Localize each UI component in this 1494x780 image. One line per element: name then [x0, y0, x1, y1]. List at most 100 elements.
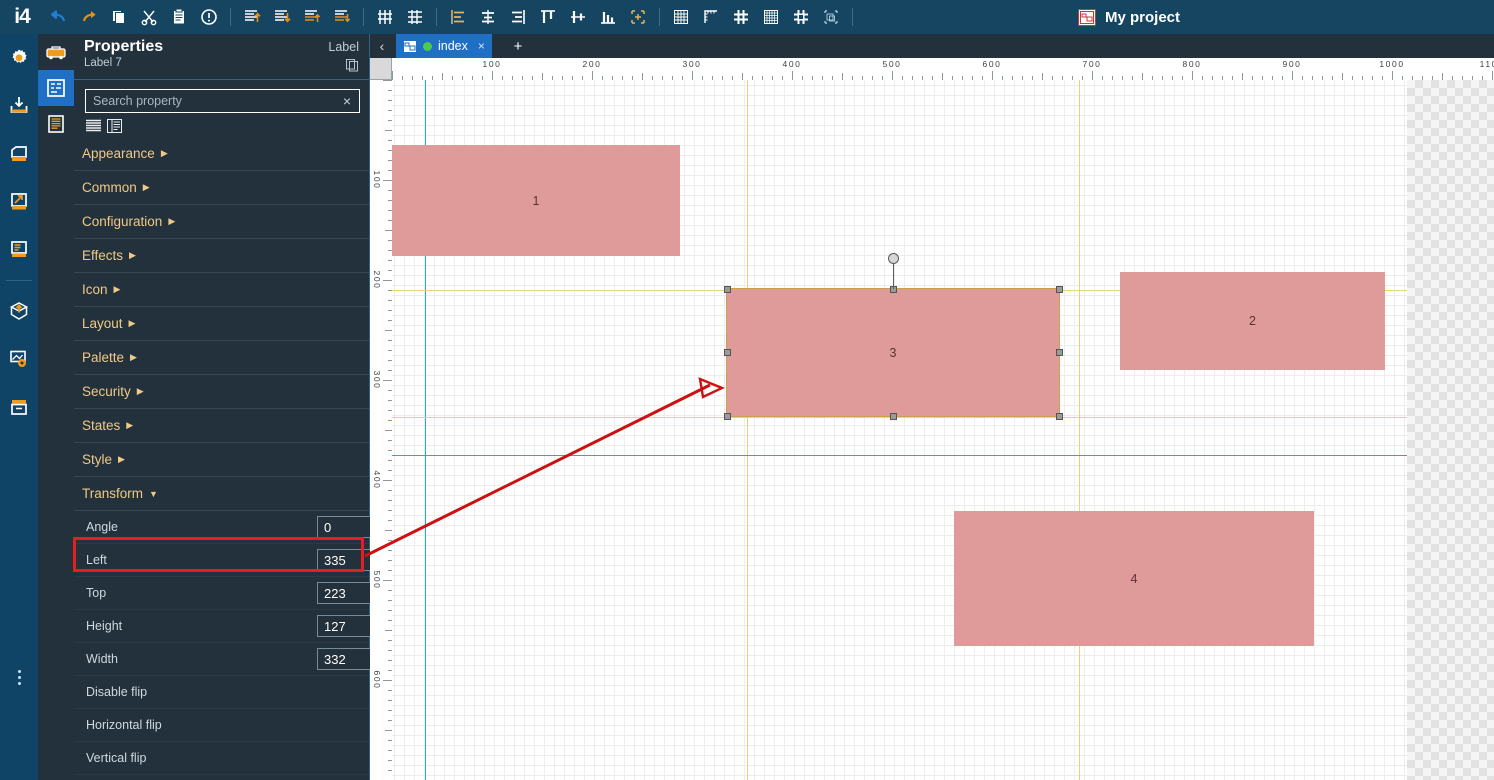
grid-icon[interactable] [668, 4, 694, 30]
copy-properties-icon[interactable] [346, 59, 359, 77]
group-icon[interactable] [818, 4, 844, 30]
tab-index[interactable]: index × [396, 34, 492, 58]
chevron-down-icon[interactable]: ▼ [149, 489, 158, 499]
top-toolbar: i4 My project [0, 0, 1494, 34]
page-tab-icon [403, 39, 417, 53]
view-mode-grouped[interactable] [106, 118, 122, 133]
panel-tab-toolbox[interactable] [38, 34, 74, 70]
sidebar-item-export[interactable] [0, 178, 38, 226]
selection-handle[interactable] [889, 412, 897, 420]
send-backward-icon[interactable] [329, 4, 355, 30]
ruler-tick [542, 73, 543, 80]
fit-selection-icon[interactable] [625, 4, 651, 30]
canvas-shape-3[interactable]: 3 [726, 288, 1060, 417]
selection-handle[interactable] [723, 285, 731, 293]
property-category-layout[interactable]: Layout ▶ [74, 307, 369, 341]
redo-icon[interactable] [76, 4, 102, 30]
align-center-icon[interactable] [475, 4, 501, 30]
canvas-shape-1[interactable]: 1 [392, 145, 680, 256]
clear-search-icon[interactable]: × [335, 93, 359, 109]
align-left-icon[interactable] [445, 4, 471, 30]
search-property-box[interactable]: × [85, 89, 360, 113]
rotation-handle[interactable] [887, 253, 899, 264]
view-mode-flat[interactable] [85, 118, 101, 133]
snap-object-icon[interactable] [788, 4, 814, 30]
rail-drag-handle[interactable] [0, 660, 38, 694]
guide-vertical[interactable] [747, 80, 748, 780]
align-bottom-icon[interactable] [595, 4, 621, 30]
sidebar-item-import[interactable] [0, 82, 38, 130]
align-top-icon[interactable] [535, 4, 561, 30]
send-to-back-icon[interactable] [269, 4, 295, 30]
selection-handle[interactable] [1055, 349, 1063, 356]
bring-forward-icon[interactable] [299, 4, 325, 30]
ruler-tick [383, 80, 392, 81]
property-category-states[interactable]: States ▶ [74, 409, 369, 443]
sidebar-item-archive[interactable] [0, 383, 38, 431]
undo-icon[interactable] [46, 4, 72, 30]
tab-scroll-back-button[interactable]: ‹ [370, 34, 394, 58]
chevron-right-icon[interactable]: ▶ [168, 216, 175, 227]
copy-icon[interactable] [106, 4, 132, 30]
canvas-page[interactable]: 1 2 3 4 [392, 80, 1407, 780]
selection-handle[interactable] [1055, 412, 1063, 420]
property-category-effects[interactable]: Effects ▶ [74, 239, 369, 273]
selection-handle[interactable] [723, 349, 731, 356]
canvas-shape-4[interactable]: 4 [954, 511, 1314, 646]
chevron-right-icon[interactable]: ▶ [129, 250, 136, 261]
chevron-right-icon[interactable]: ▶ [143, 182, 150, 193]
distribute-vertical-icon[interactable] [402, 4, 428, 30]
sidebar-item-settings[interactable] [0, 34, 38, 82]
distribute-horizontal-icon[interactable] [372, 4, 398, 30]
add-tab-button[interactable]: + [506, 34, 530, 58]
chevron-right-icon[interactable]: ▶ [137, 386, 144, 397]
ruler-icon[interactable] [698, 4, 724, 30]
property-category-transform[interactable]: Transform ▼ [74, 477, 369, 511]
ruler-tick [385, 730, 392, 731]
property-category-configuration[interactable]: Configuration ▶ [74, 205, 369, 239]
property-category-appearance[interactable]: Appearance ▶ [74, 137, 369, 171]
close-icon[interactable]: × [478, 39, 485, 53]
panel-tab-rail [38, 34, 74, 780]
property-category-style[interactable]: Style ▶ [74, 443, 369, 477]
ruler-label: 500 [372, 570, 382, 590]
chevron-right-icon[interactable]: ▶ [126, 420, 133, 431]
snap-grid-icon[interactable] [728, 4, 754, 30]
chevron-right-icon[interactable]: ▶ [161, 148, 168, 159]
sidebar-item-deploy[interactable] [0, 287, 38, 335]
search-input[interactable] [86, 94, 335, 108]
panel-tab-list[interactable] [38, 106, 74, 142]
guide-horizontal[interactable] [392, 455, 1407, 456]
sidebar-item-library[interactable] [0, 226, 38, 274]
vertical-ruler[interactable]: 100 200 300 400 500 600 [370, 80, 392, 780]
canvas-shape-2[interactable]: 2 [1120, 272, 1385, 370]
selection-handle[interactable] [723, 412, 731, 420]
sidebar-item-pages[interactable] [0, 130, 38, 178]
guide-vertical[interactable] [1079, 80, 1080, 780]
selection-handle[interactable] [1055, 285, 1063, 293]
property-category-security[interactable]: Security ▶ [74, 375, 369, 409]
bring-to-front-icon[interactable] [239, 4, 265, 30]
property-category-icon[interactable]: Icon ▶ [74, 273, 369, 307]
horizontal-ruler[interactable]: 100 200 300 400 500 600 700 800 900 1000 1100 [392, 58, 1494, 80]
chevron-right-icon[interactable]: ▶ [118, 454, 125, 465]
guide-horizontal[interactable] [392, 417, 1407, 418]
align-middle-icon[interactable] [565, 4, 591, 30]
grid-size-icon[interactable] [758, 4, 784, 30]
property-row-disable-flip: Disable flipFalse [74, 676, 429, 709]
paste-icon[interactable] [166, 4, 192, 30]
design-canvas[interactable]: 1 2 3 4 [392, 80, 1494, 780]
ruler-tick [742, 73, 743, 80]
property-category-common[interactable]: Common ▶ [74, 171, 369, 205]
ruler-corner[interactable] [370, 58, 392, 80]
chevron-right-icon[interactable]: ▶ [130, 352, 137, 363]
cut-icon[interactable] [136, 4, 162, 30]
warning-icon[interactable] [196, 4, 222, 30]
chevron-right-icon[interactable]: ▶ [114, 284, 121, 295]
property-row-left: Left335▲▼ [74, 544, 429, 577]
sidebar-item-image-settings[interactable] [0, 335, 38, 383]
panel-tab-properties[interactable] [38, 70, 74, 106]
chevron-right-icon[interactable]: ▶ [129, 318, 136, 329]
property-category-palette[interactable]: Palette ▶ [74, 341, 369, 375]
align-right-icon[interactable] [505, 4, 531, 30]
